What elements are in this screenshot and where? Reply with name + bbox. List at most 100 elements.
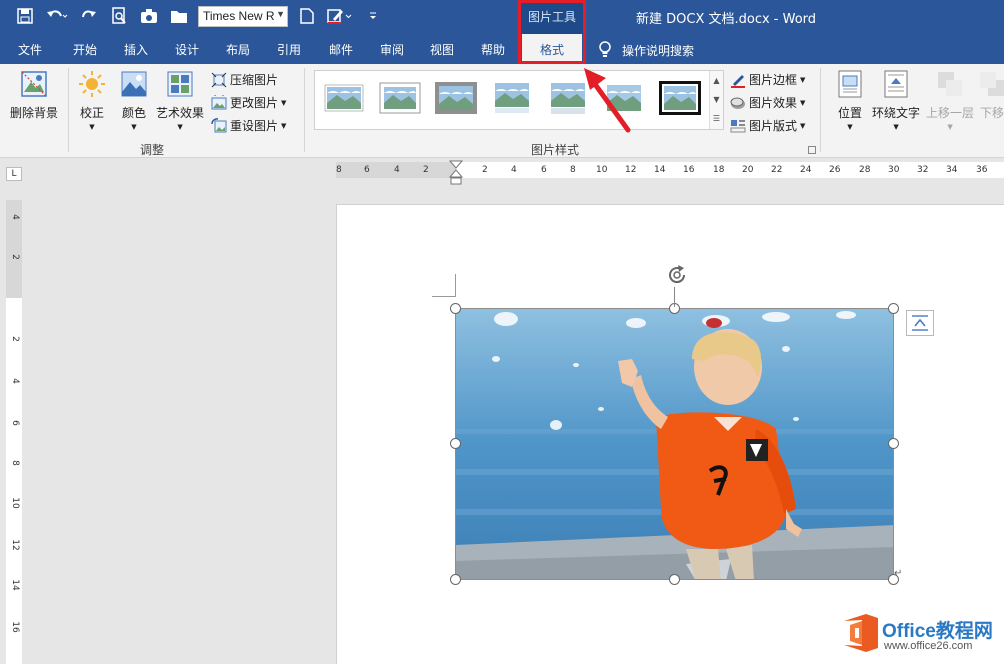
send-backward-button[interactable]: 下移 bbox=[978, 70, 1004, 121]
selected-picture[interactable] bbox=[455, 308, 894, 580]
ruler-number: 2 bbox=[482, 165, 488, 175]
tell-me-label: 操作说明搜索 bbox=[622, 43, 695, 58]
bring-forward-label: 上移一层 bbox=[926, 106, 975, 120]
bring-forward-icon bbox=[938, 72, 962, 96]
tab-references[interactable]: 引用 bbox=[277, 41, 301, 58]
ruler-number: 8 bbox=[570, 165, 576, 175]
camera-icon[interactable] bbox=[138, 5, 160, 27]
wrap-text-label: 环绕文字 bbox=[872, 106, 921, 120]
gallery-more-icon[interactable]: ☰ bbox=[710, 109, 723, 128]
tell-me-search[interactable]: 操作说明搜索 bbox=[598, 41, 694, 59]
dialog-launcher-icon[interactable] bbox=[808, 146, 816, 154]
boy-running-photo bbox=[456, 309, 893, 579]
ruler-number: 2 bbox=[423, 165, 429, 175]
ruler-number: 8 bbox=[336, 165, 342, 175]
compress-pictures-button[interactable]: 压缩图片 bbox=[211, 71, 278, 88]
ruler-number: 16 bbox=[10, 621, 20, 633]
ruler-number: 12 bbox=[10, 539, 20, 551]
layout-options-icon bbox=[912, 315, 928, 331]
indent-marker-icon[interactable] bbox=[449, 160, 463, 186]
ruler-number: 16 bbox=[683, 165, 695, 175]
corrections-button[interactable]: 校正 ▼ bbox=[78, 70, 106, 131]
tab-review[interactable]: 审阅 bbox=[380, 41, 404, 58]
gallery-scroll[interactable]: ▲ ▼ ☰ bbox=[709, 71, 723, 129]
folder-icon[interactable] bbox=[168, 5, 190, 27]
scroll-up-icon[interactable]: ▲ bbox=[710, 71, 723, 90]
reset-picture-icon bbox=[211, 117, 227, 132]
picture-effects-button[interactable]: 图片效果 ▼ bbox=[730, 94, 805, 111]
artistic-effects-button[interactable]: 艺术效果 ▼ bbox=[156, 70, 204, 131]
resize-handle-right[interactable] bbox=[888, 438, 899, 449]
resize-handle-bottom-left[interactable] bbox=[450, 574, 461, 585]
picture-effects-icon bbox=[730, 97, 745, 109]
tab-file[interactable]: 文件 bbox=[18, 41, 42, 58]
font-name-box[interactable]: Times New R ▼ bbox=[198, 5, 288, 27]
bring-forward-button[interactable]: 上移一层 ▼ bbox=[926, 70, 974, 131]
quick-access-toolbar: Times New R ▼ bbox=[14, 5, 384, 27]
compress-icon bbox=[211, 72, 227, 87]
save-icon[interactable] bbox=[14, 5, 36, 27]
sun-icon bbox=[79, 71, 105, 97]
style-thumbnail[interactable] bbox=[659, 81, 701, 115]
tab-layout[interactable]: 布局 bbox=[226, 41, 250, 58]
tab-selector[interactable]: L bbox=[6, 167, 22, 181]
picture-styles-gallery[interactable]: ▲ ▼ ☰ bbox=[314, 70, 724, 130]
margin-corner-mark bbox=[455, 274, 456, 296]
resize-handle-left[interactable] bbox=[450, 438, 461, 449]
corrections-label: 校正 bbox=[79, 106, 104, 120]
style-thumbnail[interactable] bbox=[435, 81, 477, 115]
picture-border-button[interactable]: 图片边框 ▼ bbox=[730, 71, 805, 88]
style-thumbnail[interactable] bbox=[379, 81, 421, 115]
change-picture-button[interactable]: 更改图片 ▼ bbox=[211, 94, 286, 111]
rotate-handle-icon[interactable] bbox=[665, 263, 689, 287]
customize-icon[interactable] bbox=[362, 5, 384, 27]
horizontal-ruler[interactable]: 8 6 4 2 2 4 6 8 10 12 14 16 18 20 22 24 … bbox=[336, 162, 1004, 178]
wrap-text-button[interactable]: 环绕文字 ▼ bbox=[872, 70, 920, 131]
artistic-effects-icon bbox=[167, 71, 193, 97]
tab-design[interactable]: 设计 bbox=[175, 41, 199, 58]
chevron-down-icon: ▼ bbox=[800, 121, 806, 130]
wrap-text-icon bbox=[884, 70, 908, 98]
change-picture-label: 更改图片 bbox=[230, 96, 279, 110]
style-thumbnail[interactable] bbox=[323, 81, 365, 115]
redo-icon[interactable] bbox=[78, 5, 100, 27]
watermark-title: Office教程网 bbox=[882, 621, 993, 642]
margin-corner-mark bbox=[432, 296, 456, 297]
tab-insert[interactable]: 插入 bbox=[124, 41, 148, 58]
ruler-number: 32 bbox=[917, 165, 929, 175]
ruler-number: 12 bbox=[625, 165, 637, 175]
picture-border-label: 图片边框 bbox=[749, 73, 798, 87]
vertical-ruler[interactable]: 4 2 2 4 6 8 10 12 14 16 bbox=[6, 200, 22, 664]
resize-handle-top-right[interactable] bbox=[888, 303, 899, 314]
ruler-number: 14 bbox=[10, 579, 20, 591]
remove-background-button[interactable]: 删除背景 bbox=[10, 70, 58, 121]
tab-mailings[interactable]: 邮件 bbox=[329, 41, 353, 58]
ribbon-format: 删除背景 校正 ▼ 颜色 ▼ 艺术效果 ▼ 压缩图片 更改图片 ▼ 重设图片 ▼… bbox=[0, 64, 1004, 158]
ruler-number: 2 bbox=[10, 254, 20, 260]
scroll-down-icon[interactable]: ▼ bbox=[710, 90, 723, 109]
draw-icon[interactable] bbox=[326, 5, 354, 27]
position-button[interactable]: 位置 ▼ bbox=[836, 70, 864, 131]
chevron-down-icon: ▼ bbox=[800, 75, 806, 84]
color-button[interactable]: 颜色 ▼ bbox=[120, 70, 148, 131]
remove-background-label: 删除背景 bbox=[10, 106, 59, 120]
style-thumbnail[interactable] bbox=[491, 81, 533, 115]
picture-effects-label: 图片效果 bbox=[749, 96, 798, 110]
divider bbox=[304, 68, 305, 152]
tab-help[interactable]: 帮助 bbox=[481, 41, 505, 58]
print-preview-icon[interactable] bbox=[108, 5, 130, 27]
resize-handle-bottom[interactable] bbox=[669, 574, 680, 585]
reset-picture-button[interactable]: 重设图片 ▼ bbox=[211, 117, 286, 134]
ribbon-tabs: 文件 开始 插入 设计 布局 引用 邮件 审阅 视图 帮助 bbox=[0, 34, 1004, 64]
layout-options-button[interactable] bbox=[906, 310, 934, 336]
tab-home[interactable]: 开始 bbox=[73, 41, 97, 58]
picture-layout-button[interactable]: 图片版式 ▼ bbox=[730, 117, 805, 134]
undo-icon[interactable] bbox=[44, 5, 70, 27]
tab-view[interactable]: 视图 bbox=[430, 41, 454, 58]
resize-handle-top-left[interactable] bbox=[450, 303, 461, 314]
ruler-number: 4 bbox=[394, 165, 400, 175]
ruler-number: 30 bbox=[888, 165, 900, 175]
new-doc-icon[interactable] bbox=[296, 5, 318, 27]
chevron-down-icon: ▼ bbox=[281, 98, 287, 107]
ruler-number: 6 bbox=[10, 420, 20, 426]
